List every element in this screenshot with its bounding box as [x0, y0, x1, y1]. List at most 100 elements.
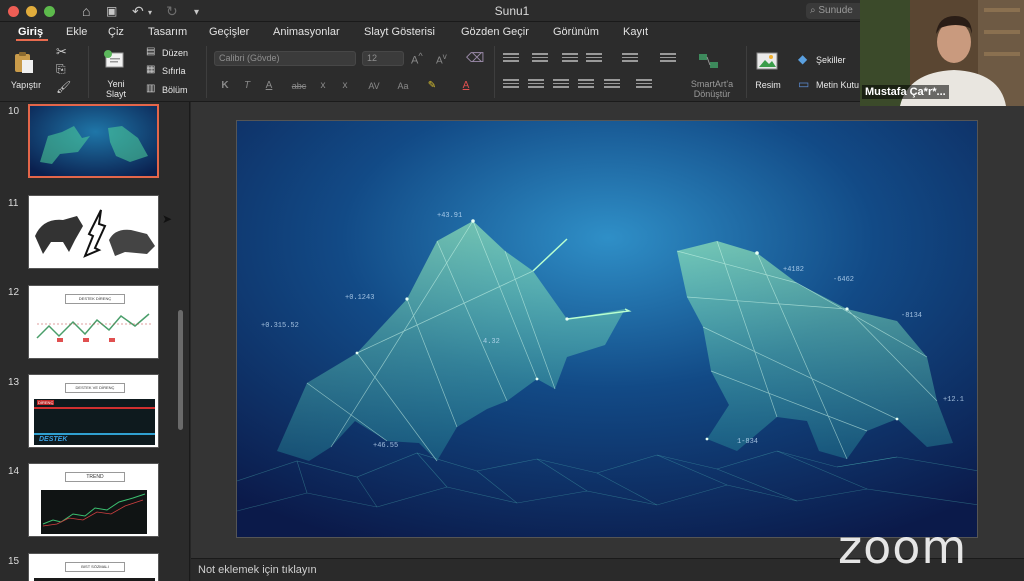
- tab-gorunum[interactable]: Görünüm: [553, 25, 599, 39]
- powerpoint-window: ⌂ ▣ ↶ ▾ ↻ ▾ Sunu1 ⌕ Sunude Giriş Ekle Çi…: [0, 0, 1024, 581]
- smartart-icon[interactable]: [698, 52, 720, 70]
- tab-ekle[interactable]: Ekle: [66, 25, 87, 39]
- increase-indent-icon[interactable]: [586, 53, 602, 66]
- current-slide-canvas[interactable]: +43.91 +0.1243 4.32 +0.315.52 +4182 -646…: [236, 120, 978, 538]
- cut-icon[interactable]: ✂: [56, 44, 67, 60]
- layout-icon: ▤: [146, 46, 156, 57]
- bull-bear-illustration: +43.91 +0.1243 4.32 +0.315.52 +4182 -646…: [237, 121, 977, 537]
- slide-thumbnail-10[interactable]: [28, 104, 159, 178]
- slide-number: 14: [8, 466, 20, 477]
- ribbon-separator: [206, 46, 207, 98]
- new-slide-button[interactable]: [103, 49, 125, 71]
- shapes-icon: ◆: [798, 52, 808, 66]
- tab-tasarim[interactable]: Tasarım: [148, 25, 187, 39]
- clear-format-icon[interactable]: ⌫: [466, 50, 484, 66]
- resistance-line: [34, 407, 155, 409]
- support-line: [34, 433, 155, 435]
- font-color-icon[interactable]: A: [458, 78, 474, 94]
- tab-gecisler[interactable]: Geçişler: [209, 25, 249, 39]
- section-button[interactable]: Bölüm: [162, 84, 188, 96]
- decrease-indent-icon[interactable]: [562, 53, 578, 66]
- strikethrough-icon[interactable]: abc: [286, 78, 312, 94]
- change-case-icon[interactable]: Aa: [392, 78, 414, 94]
- clipboard-icon: [15, 52, 33, 73]
- floating-number: +46.55: [373, 442, 398, 450]
- char-spacing-icon[interactable]: AV: [362, 78, 386, 94]
- thumbnail-title: DESTEK DİRENÇ: [65, 294, 125, 304]
- thumbnail-title: TREND: [65, 472, 125, 482]
- align-left-icon[interactable]: [503, 79, 519, 92]
- bullets-icon[interactable]: [503, 53, 519, 66]
- picture-label: Resim: [755, 80, 781, 90]
- resistance-label: DİRENÇ: [37, 400, 55, 405]
- numbering-icon[interactable]: [532, 53, 548, 66]
- bold-icon[interactable]: K: [218, 78, 232, 94]
- slide-number: 13: [8, 377, 20, 388]
- justify-icon[interactable]: [578, 79, 594, 92]
- format-painter-icon[interactable]: 🖌: [56, 80, 71, 94]
- slide-number: 12: [8, 287, 20, 298]
- smartart-label-2: Dönüştür: [693, 89, 731, 99]
- slide-thumbnail-15[interactable]: BIST SÖZMALI: [28, 553, 159, 581]
- thumbnail-title: DESTEK VE DİRENÇ: [65, 383, 125, 393]
- new-slide-label-2: Slayt: [105, 89, 126, 99]
- reset-icon: ▦: [146, 64, 156, 75]
- floating-number: +0.1243: [345, 294, 374, 302]
- layout-button[interactable]: Düzen: [162, 47, 188, 59]
- thumbnail-title: BIST SÖZMALI: [65, 562, 125, 572]
- notes-placeholder[interactable]: Not eklemek için tıklayın: [198, 564, 317, 576]
- tab-kayit[interactable]: Kayıt: [623, 25, 648, 39]
- copy-icon[interactable]: ⎘: [56, 62, 66, 77]
- align-center-icon[interactable]: [528, 79, 544, 92]
- font-family-dropdown[interactable]: Calibri (Gövde): [214, 51, 356, 66]
- slide-number: 11: [8, 198, 19, 209]
- columns-icon[interactable]: [604, 79, 620, 92]
- slide-thumbnail-12[interactable]: DESTEK DİRENÇ: [28, 285, 159, 359]
- slide-thumbnail-11[interactable]: [28, 195, 159, 269]
- picture-button[interactable]: [756, 52, 778, 70]
- search-field[interactable]: ⌕ Sunude: [806, 3, 866, 19]
- textbox-button[interactable]: Metin Kutu: [816, 79, 859, 91]
- line-spacing-icon[interactable]: [622, 53, 638, 66]
- active-tab-indicator: [16, 39, 48, 41]
- subscript-icon[interactable]: x: [338, 78, 352, 94]
- floating-number: -6462: [833, 276, 854, 284]
- underline-icon[interactable]: A: [262, 78, 276, 94]
- tab-gozden-gecir[interactable]: Gözden Geçir: [461, 25, 529, 39]
- increase-font-icon[interactable]: A^: [411, 51, 423, 67]
- highlight-icon[interactable]: ✎: [424, 78, 440, 94]
- tab-ciz[interactable]: Çiz: [108, 25, 124, 39]
- bull-bear-sketch-thumbnail: [35, 209, 155, 258]
- tab-slayt-gosterisi[interactable]: Slayt Gösterisi: [364, 25, 435, 39]
- ribbon-separator: [494, 46, 495, 98]
- ribbon-separator: [746, 46, 747, 98]
- floating-number: +0.315.52: [261, 322, 299, 330]
- slide-thumbnail-14[interactable]: TREND: [28, 463, 159, 537]
- new-slide-icon: [104, 50, 124, 68]
- superscript-icon[interactable]: x: [316, 78, 330, 94]
- reset-button[interactable]: Sıfırla: [162, 65, 186, 77]
- tab-animasyonlar[interactable]: Animasyonlar: [273, 25, 340, 39]
- text-direction-icon[interactable]: [660, 53, 676, 66]
- paste-label: Yapıştır: [10, 80, 42, 90]
- slide-number: 10: [8, 106, 20, 117]
- participant-name-label: Mustafa Ça*r*...: [862, 85, 949, 99]
- shapes-button[interactable]: Şekiller: [816, 54, 846, 66]
- paste-button[interactable]: [12, 50, 36, 74]
- floating-number: +4182: [783, 266, 804, 274]
- font-size-dropdown[interactable]: 12: [362, 51, 404, 66]
- floating-number: -8134: [901, 312, 922, 320]
- picture-icon: [756, 52, 778, 70]
- floating-number: 1-834: [737, 438, 758, 446]
- slide-number: 15: [8, 556, 20, 567]
- align-right-icon[interactable]: [553, 79, 569, 92]
- textbox-icon: ▭: [798, 77, 810, 91]
- align-text-icon[interactable]: [636, 79, 652, 92]
- thumbnail-scrollbar[interactable]: [178, 310, 183, 430]
- section-icon: ▥: [146, 83, 156, 94]
- zoom-watermark: zoom: [838, 520, 968, 574]
- italic-icon[interactable]: T: [240, 78, 254, 94]
- tab-giris[interactable]: Giriş: [18, 25, 43, 39]
- decrease-font-icon[interactable]: Av: [436, 51, 447, 66]
- slide-thumbnail-13[interactable]: DESTEK VE DİRENÇ DİRENÇ DESTEK: [28, 374, 159, 448]
